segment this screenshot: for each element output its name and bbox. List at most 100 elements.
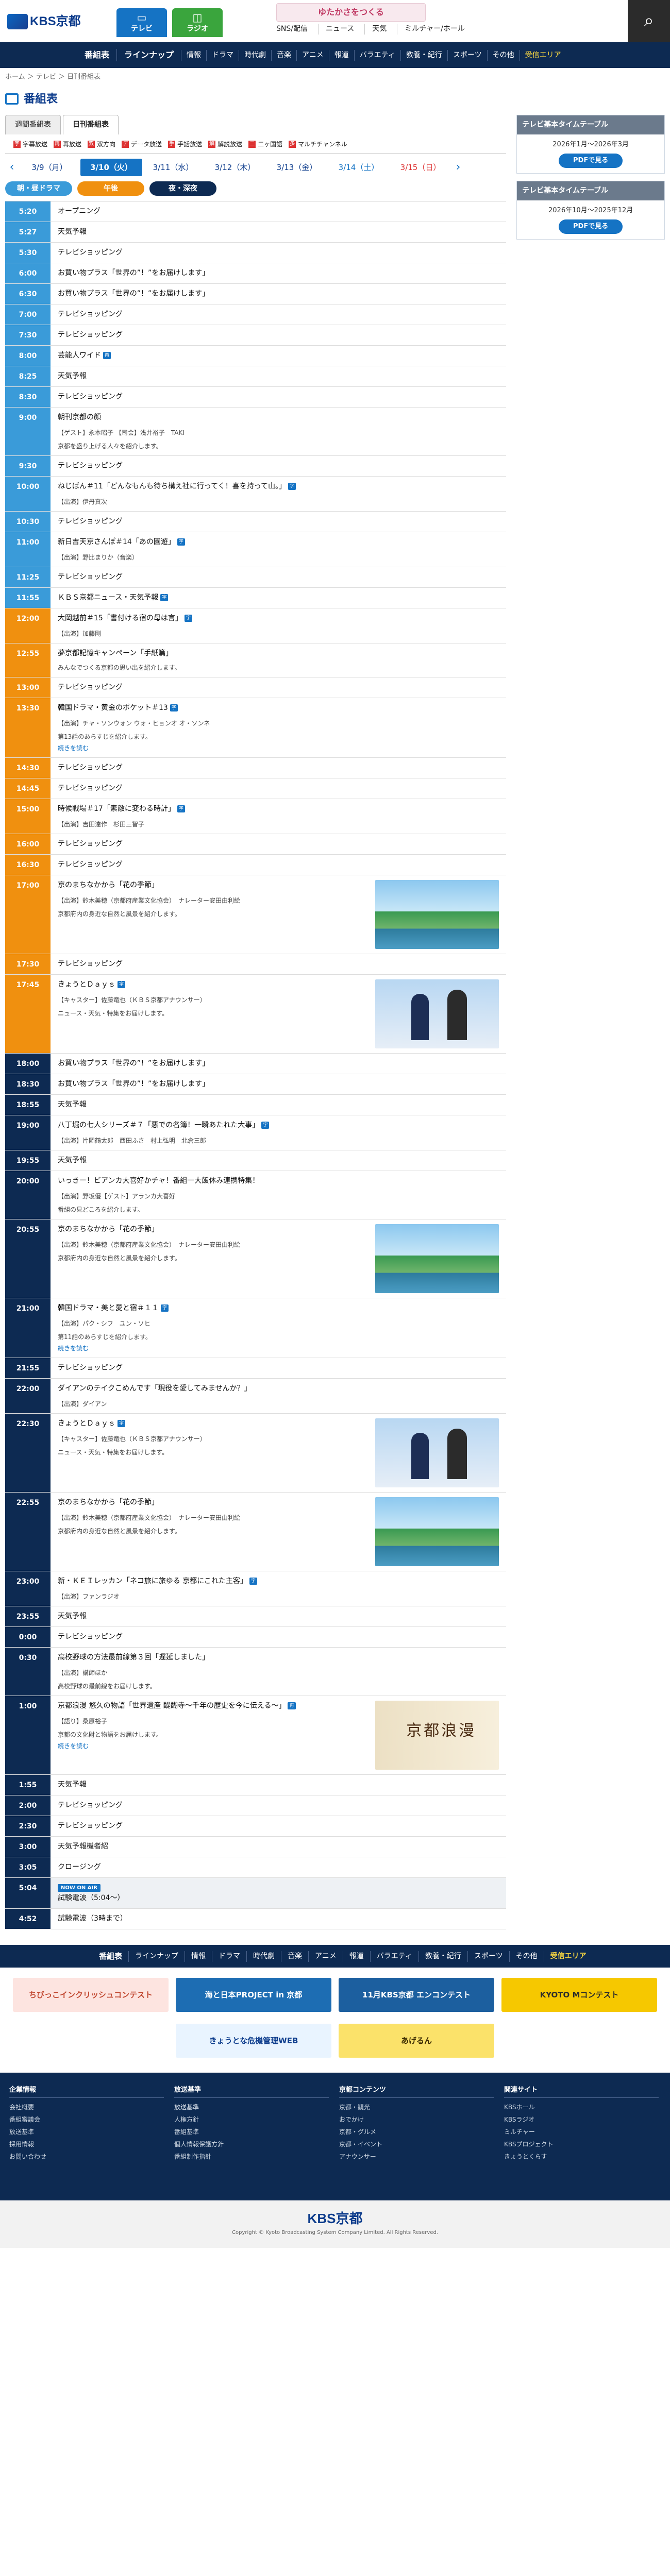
footer-nav-item[interactable]: アニメ [308,1951,343,1962]
program-title[interactable]: 試験電波（5:04〜） [58,1893,499,1904]
program-title[interactable]: テレビショッピング [58,859,499,870]
footer-link[interactable]: 放送基準 [174,2101,329,2113]
footer-link[interactable]: KBSラジオ [504,2113,659,2126]
footer-link[interactable]: 番組基準 [174,2126,329,2138]
footer-nav-item[interactable]: 教養・紀行 [418,1951,467,1962]
date-tab[interactable]: 3/14（土） [328,159,390,177]
date-tab[interactable]: 3/9（月） [19,159,80,177]
footer-banner[interactable]: KYOTO Mコンテスト [501,1978,657,2012]
program-row[interactable]: 20:55 京のまちなかから「花の季節」 【出演】鈴木美穂（京都府産業文化協会） ナ… [5,1219,507,1298]
program-title[interactable]: きょうとＤａｙｓ 字 [58,979,368,990]
footer-banner[interactable]: きょうとな危機管理WEB [176,2024,331,2058]
program-title[interactable]: テレビショッピング [58,1821,499,1832]
program-title[interactable]: テレビショッピング [58,461,499,471]
gnav-item[interactable]: スポーツ [447,49,487,61]
footer-link[interactable]: 番組制作指針 [174,2150,329,2163]
footer-link[interactable]: ミルチャー [504,2126,659,2138]
jump-night-button[interactable]: 夜・深夜 [149,181,216,196]
program-title[interactable]: 韓国ドラマ・美と愛と宿＃１１ 字 [58,1303,499,1314]
program-title[interactable]: 天気予報機者紹 [58,1841,499,1852]
program-row[interactable]: 17:00 京のまちなかから「花の季節」 【出演】鈴木美穂（京都府産業文化協会） ナ… [5,875,507,954]
date-tab[interactable]: 3/10（火） [80,158,142,176]
footer-link[interactable]: 個人情報保護方針 [174,2138,329,2150]
footer-banner[interactable]: 海と日本PROJECT in 京都 [176,1978,331,2012]
tab-daily[interactable]: 日刊番組表 [63,114,119,134]
gnav-item[interactable]: ラインナップ [116,49,181,61]
program-row[interactable]: 0:00 テレビショッピング [5,1627,507,1648]
program-title[interactable]: テレビショッピング [58,392,499,402]
program-row[interactable]: 5:30 テレビショッピング [5,243,507,263]
date-tab[interactable]: 3/15（日） [390,159,451,177]
program-row[interactable]: 7:30 テレビショッピング [5,325,507,346]
program-row[interactable]: 7:00 テレビショッピング [5,304,507,325]
footer-link[interactable]: 放送基準 [9,2126,164,2138]
program-row[interactable]: 19:55 天気予報 [5,1150,507,1171]
program-title[interactable]: ねじばん＃11「どんなもんも待ち構え社に行ってく！喜を持って山。」字 [58,481,499,492]
program-title[interactable]: 試験電波（3時まで） [58,1913,499,1924]
footer-link[interactable]: 会社概要 [9,2101,164,2113]
pdf-button[interactable]: PDFで見る [559,154,623,168]
read-more-link[interactable]: 続きを読む [58,1344,499,1353]
program-title[interactable]: クロージング [58,1862,499,1873]
program-title[interactable]: 高校野球の方法最前線第３回「遅延しました」 [58,1652,499,1663]
program-title[interactable]: 新・ＫＥＩレッカン「ネコ旅に旅ゆる 京都にこれた主客」字 [58,1576,499,1587]
gnav-item[interactable]: 番組表 [77,49,116,61]
gnav-item[interactable]: 音楽 [271,49,296,61]
program-row[interactable]: 18:30 お買い物プラス「世界の”！”をお届けします」 [5,1074,507,1095]
program-row[interactable]: 1:00 京都浪漫 悠久の物語「世界遺産 醍醐寺～千年の歴史を今に伝える～」再【語… [5,1696,507,1775]
footer-banner[interactable]: ちびっこインクリッシュコンテスト [13,1978,169,2012]
gnav-item[interactable]: 受信エリア [519,49,566,61]
program-title[interactable]: お買い物プラス「世界の”！”をお届けします」 [58,268,499,279]
top-link[interactable]: 天気 [364,24,387,35]
gnav-item[interactable]: 時代劇 [239,49,271,61]
gnav-item[interactable]: 情報 [181,49,206,61]
program-row[interactable]: 8:00 芸能人ワイド再 [5,346,507,366]
footer-banner[interactable]: 11月KBS京都 エンコンテスト [339,1978,494,2012]
program-row[interactable]: 9:00 朝刊京都の顔 【ゲスト】永本昭子 【司会】浅井裕子 TAKI 京都を盛り上げ… [5,408,507,456]
gnav-item[interactable]: 報道 [328,49,354,61]
program-title[interactable]: テレビショッピング [58,762,499,773]
program-title[interactable]: 朝刊京都の顔 [58,412,499,423]
program-row[interactable]: 13:00 テレビショッピング [5,677,507,698]
program-row[interactable]: 14:45 テレビショッピング [5,778,507,799]
next-arrow-icon[interactable]: › [451,159,465,176]
program-row[interactable]: 14:30 テレビショッピング [5,758,507,778]
program-row[interactable]: 9:30 テレビショッピング [5,456,507,477]
footer-link[interactable]: 京都・グルメ [339,2126,494,2138]
footer-nav-item[interactable]: 報道 [342,1951,370,1962]
program-title[interactable]: きょうとＤａｙｓ 字 [58,1418,368,1429]
footer-nav-item[interactable]: バラエティ [370,1951,418,1962]
footer-link[interactable]: KBSホール [504,2101,659,2113]
program-row[interactable]: 3:05 クロージング [5,1857,507,1878]
footer-link[interactable]: 京都・イベント [339,2138,494,2150]
program-row[interactable]: 15:00 時候戦場＃17「素敵に変わる時計」字【出演】吉田達作 杉田三智子 [5,799,507,834]
program-title[interactable]: 京のまちなかから「花の季節」 [58,880,368,891]
program-title[interactable]: テレビショッピング [58,330,499,341]
top-link[interactable]: ミルチャー/ホール [397,24,465,35]
program-row[interactable]: 10:30 テレビショッピング [5,512,507,532]
program-row[interactable]: 23:55 天気予報 [5,1606,507,1627]
program-title[interactable]: 天気予報 [58,1155,499,1166]
read-more-link[interactable]: 続きを読む [58,1741,368,1751]
program-row[interactable]: 20:00 いっきー！ビアンカ大喜好かチャ！番組一大飯休み連携特集！ 【出演】野坂優… [5,1171,507,1219]
program-title[interactable]: 大岡越前＃15「書付ける宿の母は言」字 [58,613,499,624]
program-title[interactable]: 天気予報 [58,371,499,382]
program-row[interactable]: 18:00 お買い物プラス「世界の”！”をお届けします」 [5,1054,507,1074]
program-title[interactable]: 天気予報 [58,1780,499,1790]
jump-morning-button[interactable]: 朝・昼ドラマ [5,181,72,196]
program-row[interactable]: 5:20 オープニング [5,201,507,222]
gnav-item[interactable]: ドラマ [206,49,239,61]
program-title[interactable]: テレビショッピング [58,839,499,850]
program-title[interactable]: 天気予報 [58,227,499,238]
program-title[interactable]: 八丁堀の七人シリーズ＃７「悪での名簿！一瞬あたれた大事」字 [58,1120,499,1131]
program-row[interactable]: 17:30 テレビショッピング [5,954,507,975]
footer-nav-item[interactable]: 情報 [185,1951,212,1962]
program-row[interactable]: 12:00 大岡越前＃15「書付ける宿の母は言」字【出演】加藤剛 [5,608,507,643]
pdf-button[interactable]: PDFで見る [559,219,623,234]
footer-nav-item[interactable]: 番組表 [93,1951,128,1962]
program-row[interactable]: 3:00 天気予報機者紹 [5,1837,507,1857]
program-row[interactable]: 11:00 新日吉天京さんぽ＃14「あの園遊」字【出演】野比まりか（音楽） [5,532,507,567]
footer-link[interactable]: 人権方針 [174,2113,329,2126]
program-row[interactable]: 12:55 夢京都記憶キャンペーン「手紙篇」 みんなでつくる京都の思い出を紹介します… [5,643,507,677]
footer-link[interactable]: KBSプロジェクト [504,2138,659,2150]
